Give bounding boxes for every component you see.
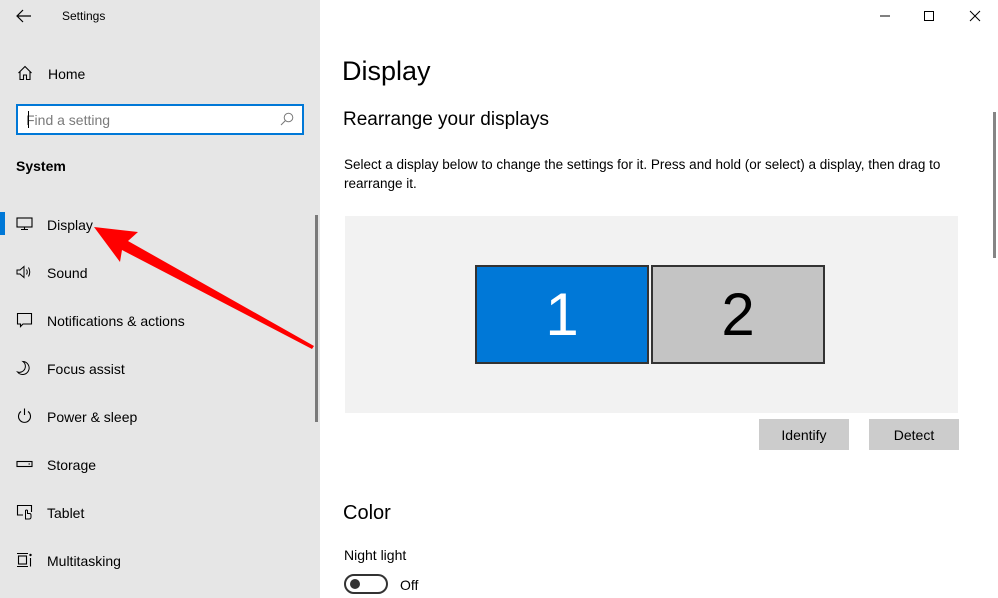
sidebar-item-display[interactable]: Display <box>0 200 312 248</box>
search-box[interactable] <box>16 104 304 135</box>
tablet-icon <box>16 504 33 520</box>
speaker-icon <box>16 265 31 279</box>
toggle-knob <box>350 579 360 589</box>
maximize-button[interactable] <box>906 0 952 32</box>
sidebar-item-label: Power & sleep <box>47 409 138 425</box>
sidebar-item-tablet[interactable]: Tablet <box>0 488 312 536</box>
rearrange-heading: Rearrange your displays <box>343 109 549 130</box>
sidebar: Settings Home System Display <box>0 0 320 598</box>
moon-icon <box>16 360 30 375</box>
sidebar-item-label: Focus assist <box>47 361 125 377</box>
sidebar-item-label: Display <box>47 217 93 233</box>
back-arrow-icon <box>16 9 31 23</box>
display-number: 1 <box>545 281 579 348</box>
power-icon <box>17 408 32 423</box>
notification-icon <box>16 312 33 328</box>
multitasking-icon <box>17 552 32 568</box>
display-number: 2 <box>721 281 755 348</box>
sidebar-item-storage[interactable]: Storage <box>0 440 312 488</box>
sidebar-item-multitasking[interactable]: Multitasking <box>0 536 312 584</box>
section-label-system: System <box>16 158 66 174</box>
night-light-toggle[interactable] <box>344 574 388 594</box>
sidebar-item-notifications[interactable]: Notifications & actions <box>0 296 312 344</box>
night-light-state: Off <box>400 577 419 593</box>
minimize-button[interactable] <box>862 0 908 32</box>
maximize-icon <box>924 11 934 21</box>
home-icon <box>18 65 32 81</box>
selection-indicator <box>0 212 5 235</box>
display-tile-1[interactable]: 1 <box>475 265 649 364</box>
identify-button[interactable]: Identify <box>759 419 849 450</box>
sidebar-home[interactable]: Home <box>0 58 320 90</box>
sidebar-item-label: Storage <box>47 457 97 473</box>
monitor-icon <box>16 217 33 231</box>
sidebar-item-label: Multitasking <box>47 553 121 569</box>
close-button[interactable] <box>952 0 998 32</box>
sidebar-home-label: Home <box>48 66 86 82</box>
app-title: Settings <box>62 9 106 23</box>
display-arrangement-area: 1 2 <box>345 216 958 413</box>
sidebar-item-sound[interactable]: Sound <box>0 248 312 296</box>
night-light-label: Night light <box>344 547 407 563</box>
close-icon <box>969 10 981 22</box>
page-title: Display <box>342 56 431 86</box>
storage-icon <box>16 460 33 468</box>
sidebar-item-label: Tablet <box>47 505 85 521</box>
color-heading: Color <box>343 502 391 524</box>
rearrange-description: Select a display below to change the set… <box>344 157 941 191</box>
sidebar-item-focus-assist[interactable]: Focus assist <box>0 344 312 392</box>
back-button[interactable] <box>8 2 40 30</box>
sidebar-item-label: Sound <box>47 265 88 281</box>
sidebar-item-power-sleep[interactable]: Power & sleep <box>0 392 312 440</box>
main-scrollbar[interactable] <box>993 112 996 258</box>
sidebar-scrollbar[interactable] <box>315 215 318 422</box>
text-caret <box>28 111 29 128</box>
display-tile-2[interactable]: 2 <box>651 265 825 364</box>
sidebar-item-label: Notifications & actions <box>47 313 185 329</box>
minimize-icon <box>880 15 890 17</box>
detect-button[interactable]: Detect <box>869 419 959 450</box>
main-pane: Display Rearrange your displays Select a… <box>320 0 998 598</box>
search-input[interactable] <box>26 109 276 130</box>
search-icon[interactable] <box>280 112 294 126</box>
